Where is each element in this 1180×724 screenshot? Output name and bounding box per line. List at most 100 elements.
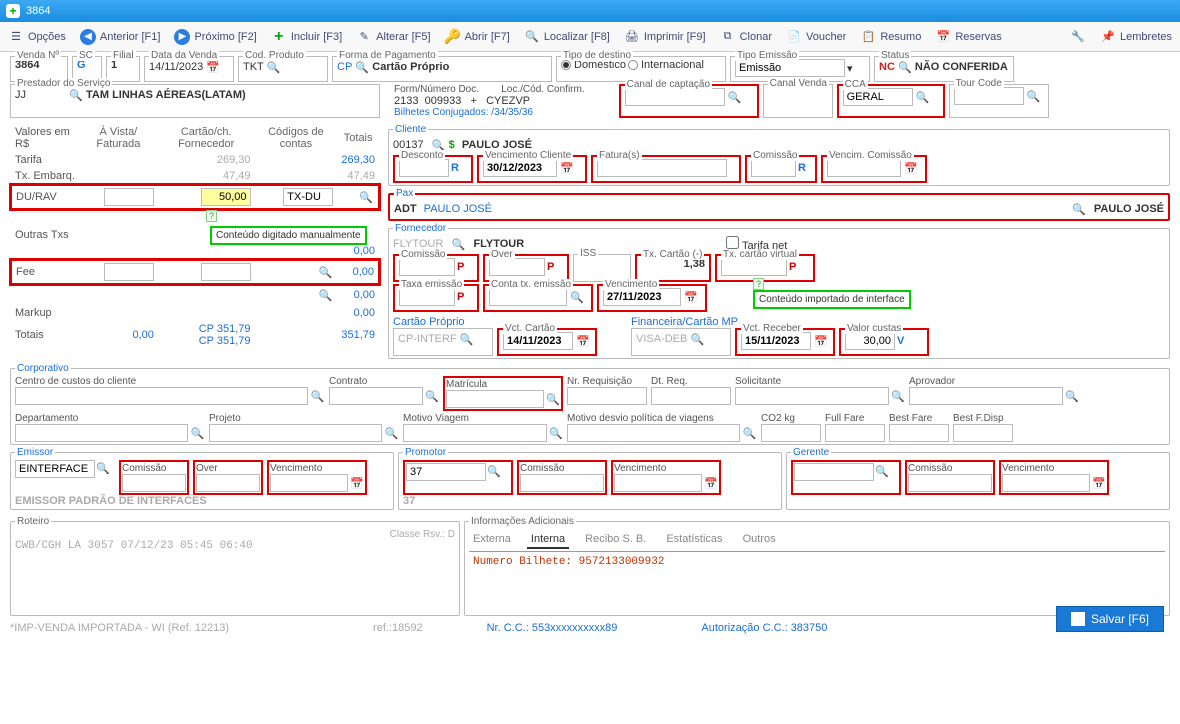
calendar-icon[interactable]: 📅 — [903, 160, 919, 176]
lookup-icon[interactable]: 🔍 — [546, 391, 560, 407]
durav-avista-input[interactable] — [104, 188, 154, 206]
opcoes-menu[interactable]: ☰Opções — [8, 29, 66, 45]
lookup-icon[interactable]: 🔍 — [569, 289, 585, 305]
tarifa-net-checkbox[interactable] — [726, 236, 739, 249]
config-button[interactable]: 🔧 — [1070, 29, 1086, 45]
promotor-vcto-input[interactable] — [614, 474, 702, 492]
conta-tx-emissao-input[interactable] — [489, 288, 567, 306]
lookup-icon[interactable]: 🔍 — [354, 59, 370, 75]
over-forn-input[interactable] — [489, 258, 545, 276]
calendar-icon[interactable]: 📅 — [575, 333, 591, 349]
calendar-icon[interactable]: 📅 — [813, 333, 829, 349]
tipo-emissao-select[interactable] — [735, 59, 845, 77]
gerente-vcto-input[interactable] — [1002, 474, 1090, 492]
vcto-comissao-input[interactable] — [827, 159, 901, 177]
emissor-code-input[interactable] — [15, 460, 95, 478]
lookup-icon[interactable]: 🔍 — [310, 388, 325, 404]
lookup-icon[interactable]: 🔍 — [1026, 88, 1042, 104]
calendar-icon[interactable]: 📅 — [205, 59, 221, 75]
lookup-icon[interactable]: 🔍 — [891, 388, 905, 404]
clonar-button[interactable]: ⧉Clonar — [720, 29, 772, 45]
lookup-icon[interactable]: 🔍 — [190, 425, 205, 441]
centro-custos-input[interactable] — [15, 387, 308, 405]
abrir-button[interactable]: 🔑Abrir [F7] — [445, 29, 510, 45]
calendar-icon[interactable]: 📅 — [683, 289, 699, 305]
lembretes-button[interactable]: 📌Lembretes — [1100, 29, 1172, 45]
bilhetes-conj[interactable]: Bilhetes Conjugados: /34/35/36 — [394, 107, 585, 118]
voucher-button[interactable]: 📄Voucher — [786, 29, 846, 45]
resumo-button[interactable]: 📋Resumo — [860, 29, 921, 45]
co2-input — [761, 424, 821, 442]
vct-receber-input[interactable] — [741, 332, 811, 350]
lookup-icon[interactable]: 🔍 — [68, 87, 84, 103]
fee-cart-input[interactable] — [201, 263, 251, 281]
lookup-icon[interactable]: 🔍 — [450, 236, 466, 252]
lookup-icon[interactable]: 🔍 — [95, 461, 111, 477]
anterior-button[interactable]: ◀Anterior [F1] — [80, 29, 161, 45]
radio-internacional[interactable]: Internacional — [628, 59, 704, 71]
print-icon: 🖨 — [624, 29, 640, 45]
matricula-input[interactable] — [446, 390, 544, 408]
lookup-icon[interactable]: 🔍 — [425, 388, 439, 404]
emissor-vcto-input[interactable] — [270, 474, 348, 492]
tour-code-input[interactable] — [954, 87, 1024, 105]
promotor-code-input[interactable] — [406, 463, 486, 481]
tab-recibo[interactable]: Recibo S. B. — [581, 531, 650, 549]
lookup-icon[interactable]: 🔍 — [459, 331, 475, 347]
proximo-button[interactable]: ▶Próximo [F2] — [174, 29, 256, 45]
emissor-comissao-input[interactable] — [122, 474, 186, 492]
lookup-icon[interactable]: 🔍 — [689, 331, 705, 347]
fee-avista-input[interactable] — [104, 263, 154, 281]
imprimir-button[interactable]: 🖨Imprimir [F9] — [624, 29, 706, 45]
tx-cartao-virtual-input[interactable] — [721, 258, 787, 276]
lookup-icon[interactable]: 🔍 — [317, 287, 333, 303]
cca-input[interactable] — [843, 88, 913, 106]
durav-code-input[interactable] — [283, 188, 333, 206]
lookup-icon[interactable]: 🔍 — [1071, 201, 1087, 217]
lookup-icon[interactable]: 🔍 — [742, 425, 757, 441]
valor-custas-input[interactable] — [845, 332, 895, 350]
save-button[interactable]: Salvar [F6] — [1056, 606, 1164, 632]
calendar-icon[interactable]: 📅 — [350, 475, 364, 491]
promotor-comissao-input[interactable] — [520, 474, 604, 492]
clone-icon: ⧉ — [720, 29, 736, 45]
lookup-icon[interactable]: 🔍 — [727, 89, 743, 105]
calendar-icon[interactable]: 📅 — [559, 160, 575, 176]
durav-cartao-input[interactable] — [201, 188, 251, 206]
alterar-button[interactable]: ✎Alterar [F5] — [356, 29, 430, 45]
status-text: NÃO CONFERIDA — [915, 61, 1008, 73]
desconto-input[interactable] — [399, 159, 449, 177]
calendar-icon[interactable]: 📅 — [704, 475, 718, 491]
faturas-input[interactable] — [597, 159, 727, 177]
tab-outros[interactable]: Outros — [739, 531, 780, 549]
lookup-icon[interactable]: 🔍 — [897, 59, 913, 75]
lookup-icon[interactable]: 🔍 — [549, 425, 563, 441]
incluir-button[interactable]: +Incluir [F3] — [271, 29, 342, 45]
taxa-emissao-input[interactable] — [399, 288, 455, 306]
lookup-icon[interactable]: 🔍 — [1065, 388, 1079, 404]
tab-interna[interactable]: Interna — [527, 531, 569, 549]
canal-captacao-input[interactable] — [625, 88, 725, 106]
comissao-forn-input[interactable] — [399, 258, 455, 276]
arrow-left-icon: ◀ — [80, 29, 96, 45]
dropdown-icon[interactable]: ▾ — [847, 62, 853, 75]
tab-estat[interactable]: Estatísticas — [662, 531, 726, 549]
lookup-icon[interactable]: 🔍 — [874, 464, 890, 480]
comissao-cliente-input[interactable] — [751, 159, 796, 177]
lookup-icon[interactable]: 🔍 — [266, 59, 282, 75]
gerente-code-input[interactable] — [794, 463, 874, 481]
vcto-cliente-input[interactable] — [483, 159, 557, 177]
localizar-button[interactable]: 🔍Localizar [F8] — [524, 29, 610, 45]
gerente-comissao-input[interactable] — [908, 474, 992, 492]
lookup-icon[interactable]: 🔍 — [486, 464, 502, 480]
reservas-button[interactable]: 📅Reservas — [935, 29, 1001, 45]
calendar-icon[interactable]: 📅 — [1092, 475, 1106, 491]
vct-cartao-input[interactable] — [503, 332, 573, 350]
lookup-icon[interactable]: 🔍 — [317, 264, 333, 280]
lookup-icon[interactable]: 🔍 — [358, 189, 374, 205]
tab-externa[interactable]: Externa — [469, 531, 515, 549]
lookup-icon[interactable]: 🔍 — [384, 425, 399, 441]
emissor-over-input[interactable] — [196, 474, 260, 492]
lookup-icon[interactable]: 🔍 — [915, 89, 931, 105]
vencimento-forn-input[interactable] — [603, 288, 681, 306]
